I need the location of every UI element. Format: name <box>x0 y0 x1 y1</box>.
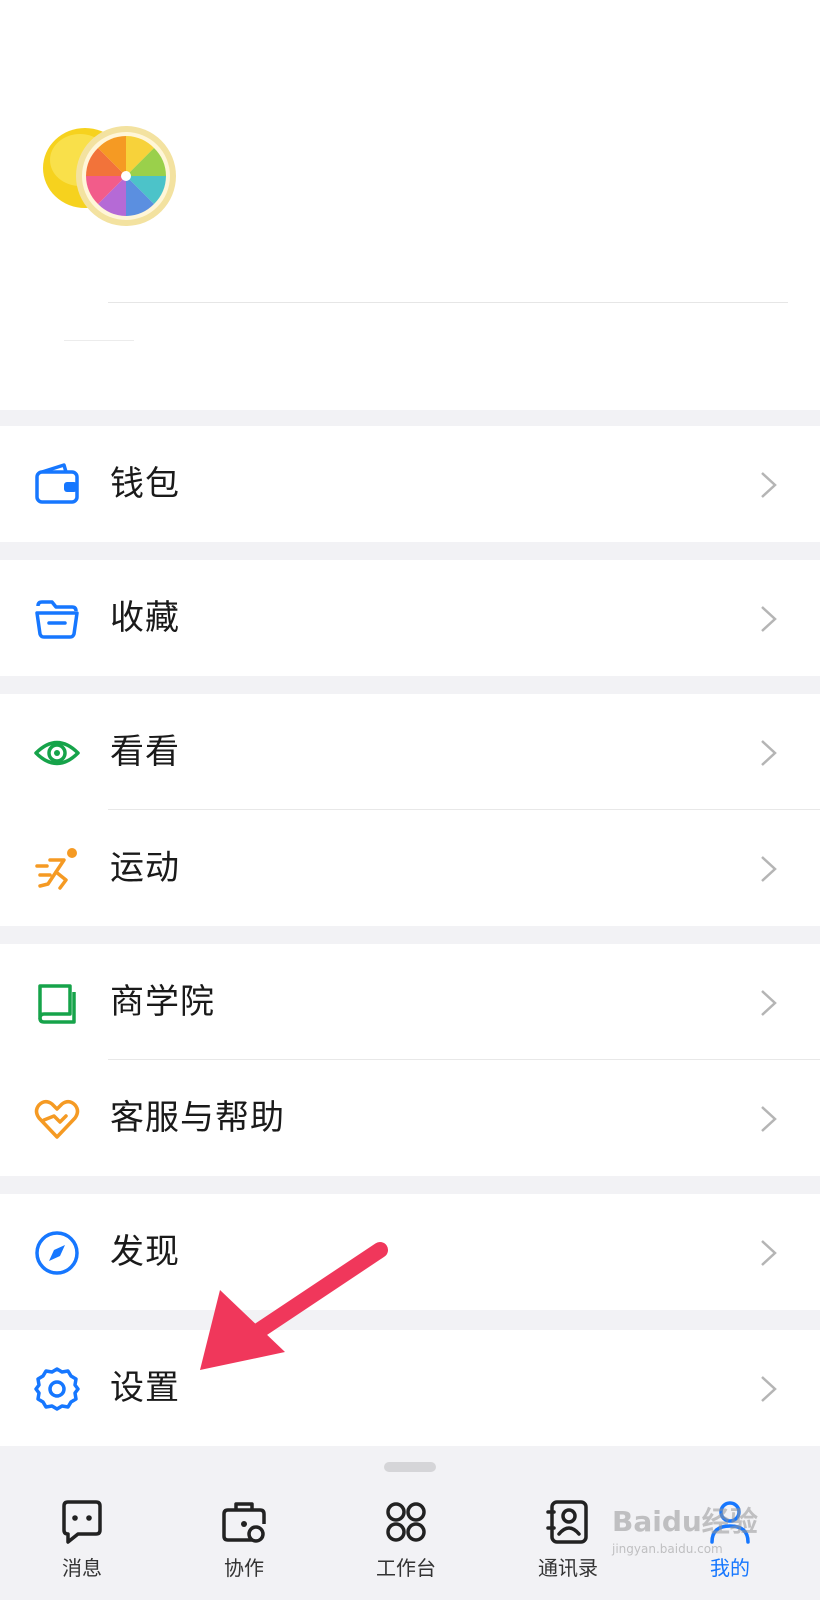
menu-label: 收藏 <box>110 598 180 638</box>
menu-label: 设置 <box>110 1368 180 1408</box>
chevron-right-icon <box>761 856 777 882</box>
profile-divider-short <box>64 340 134 341</box>
chevron-right-icon <box>761 990 777 1016</box>
watermark-url: jingyan.baidu.com <box>612 1542 723 1556</box>
tab-label: 消息 <box>62 1556 102 1580</box>
avatar[interactable] <box>40 110 178 232</box>
menu-label: 运动 <box>110 848 180 888</box>
compass-icon <box>35 1231 79 1275</box>
chevron-right-icon <box>761 1106 777 1132</box>
chat-icon <box>62 1500 102 1544</box>
menu-item-help[interactable]: 客服与帮助 <box>0 1060 820 1176</box>
chevron-right-icon <box>761 1376 777 1402</box>
eye-icon <box>34 740 80 766</box>
menu-group-school-help: 商学院 客服与帮助 <box>0 944 820 1176</box>
briefcase-icon <box>222 1502 266 1543</box>
bottom-tab-bar: 消息 协作 工作台 通讯录 我的 Baidu经验 jingyan.baidu.c… <box>0 1448 820 1600</box>
tab-messages[interactable]: 消息 <box>22 1498 142 1598</box>
menu-item-watch[interactable]: 看看 <box>0 694 820 810</box>
folder-icon <box>35 600 79 639</box>
menu-item-sports[interactable]: 运动 <box>0 810 820 926</box>
menu-group-wallet: 钱包 <box>0 426 820 542</box>
annotation-arrow-icon <box>200 1242 388 1370</box>
chevron-right-icon <box>761 606 777 632</box>
menu-label: 钱包 <box>110 464 180 504</box>
profile-divider <box>108 302 788 303</box>
chevron-right-icon <box>761 1240 777 1266</box>
chevron-right-icon <box>761 472 777 498</box>
watermark: Baidu经验 jingyan.baidu.com <box>612 1500 782 1570</box>
chevron-right-icon <box>761 740 777 766</box>
menu-group-discover: 发现 <box>0 1194 820 1310</box>
tab-contacts[interactable]: 通讯录 <box>508 1498 628 1598</box>
profile-header <box>0 0 820 410</box>
menu-label: 看看 <box>110 732 180 772</box>
watermark-brand: Baidu经验 <box>612 1505 758 1538</box>
book-icon <box>38 984 76 1024</box>
tab-collaboration[interactable]: 协作 <box>184 1498 304 1598</box>
menu-item-discover[interactable]: 发现 <box>0 1194 820 1310</box>
grid-icon <box>386 1502 426 1542</box>
drag-handle[interactable] <box>384 1462 436 1472</box>
tab-label: 协作 <box>224 1556 264 1580</box>
tab-workbench[interactable]: 工作台 <box>346 1498 466 1598</box>
wallet-icon <box>35 463 79 504</box>
menu-label: 商学院 <box>110 982 215 1022</box>
menu-item-wallet[interactable]: 钱包 <box>0 426 820 542</box>
tab-label: 通讯录 <box>538 1556 598 1580</box>
menu-group-settings: 设置 <box>0 1330 820 1446</box>
heart-hand-icon <box>34 1100 80 1139</box>
menu-label: 发现 <box>110 1232 180 1272</box>
menu-item-settings[interactable]: 设置 <box>0 1330 820 1446</box>
menu-item-business-school[interactable]: 商学院 <box>0 944 820 1060</box>
gear-icon <box>34 1367 80 1411</box>
tab-label: 工作台 <box>376 1556 436 1580</box>
running-icon <box>35 848 77 890</box>
contacts-icon <box>546 1500 588 1544</box>
menu-group-watch-sports: 看看 运动 <box>0 694 820 926</box>
menu-item-favorites[interactable]: 收藏 <box>0 560 820 676</box>
menu-group-favorites: 收藏 <box>0 560 820 676</box>
menu-label: 客服与帮助 <box>110 1098 285 1138</box>
